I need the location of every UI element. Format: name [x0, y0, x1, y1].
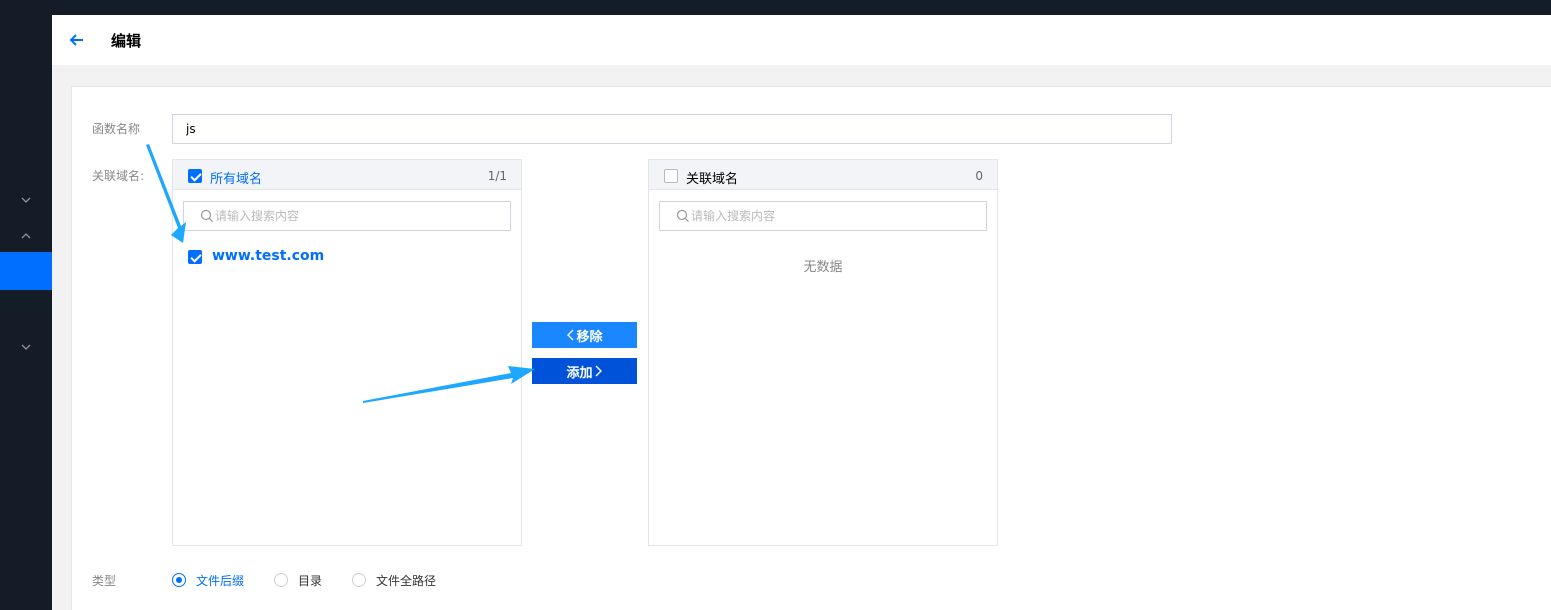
back-arrow-icon[interactable]	[68, 31, 86, 49]
type-option-directory[interactable]: 目录	[274, 572, 322, 588]
type-option-suffix[interactable]: 文件后缀	[172, 572, 244, 588]
domain-item-label: www.test.com	[212, 248, 325, 264]
search-icon	[676, 209, 689, 222]
type-option-full-path[interactable]: 文件全路径	[352, 572, 436, 588]
top-bar	[0, 0, 1551, 15]
sidebar	[0, 0, 52, 610]
empty-state-text: 无数据	[803, 260, 843, 275]
sidebar-active-item[interactable]	[0, 252, 52, 290]
linked-domains-panel: 关联域名 0 无数据	[648, 159, 998, 546]
page-header: 编辑	[52, 15, 1551, 65]
page-title: 编辑	[111, 32, 142, 50]
add-button-label: 添加	[566, 365, 593, 381]
function-name-input[interactable]	[172, 114, 1172, 144]
all-domains-search	[183, 201, 511, 231]
remove-button[interactable]: 移除	[532, 322, 637, 348]
all-domains-search-input[interactable]	[215, 202, 505, 230]
chevron-down-icon[interactable]	[19, 193, 33, 207]
chevron-down-icon[interactable]	[19, 340, 33, 354]
type-option-label: 文件后缀	[196, 573, 245, 588]
add-button[interactable]: 添加	[532, 358, 637, 384]
radio-selected[interactable]	[172, 573, 186, 587]
linked-domains-search-input[interactable]	[691, 202, 981, 230]
domain-label: 关联域名:	[92, 169, 145, 183]
type-option-label: 文件全路径	[376, 573, 437, 588]
chevron-left-icon	[567, 329, 574, 341]
function-name-label: 函数名称	[92, 122, 141, 136]
linked-domains-title: 关联域名	[686, 172, 739, 187]
all-domains-panel: 所有域名 1/1 www.test.com	[172, 159, 522, 546]
type-option-label: 目录	[298, 573, 323, 588]
list-item[interactable]: www.test.com	[173, 244, 521, 268]
domain-checkbox[interactable]	[188, 250, 202, 264]
select-all-linked-checkbox[interactable]	[664, 169, 678, 183]
linked-domains-search	[659, 201, 987, 231]
linked-domains-count: 0	[975, 169, 983, 183]
select-all-checkbox[interactable]	[188, 169, 202, 183]
edit-form-card: 函数名称 关联域名: 所有域名 1/1 www.test.com 移除 添加 关…	[71, 86, 1551, 610]
chevron-up-icon[interactable]	[19, 229, 33, 243]
all-domains-count: 1/1	[487, 169, 507, 183]
all-domains-title: 所有域名	[210, 172, 263, 187]
radio-unselected[interactable]	[274, 573, 288, 587]
type-label: 类型	[92, 574, 117, 588]
remove-button-label: 移除	[576, 329, 603, 345]
radio-unselected[interactable]	[352, 573, 366, 587]
search-icon	[200, 209, 213, 222]
linked-domains-header: 关联域名 0	[649, 160, 997, 190]
all-domains-header: 所有域名 1/1	[173, 160, 521, 190]
chevron-right-icon	[595, 365, 602, 377]
